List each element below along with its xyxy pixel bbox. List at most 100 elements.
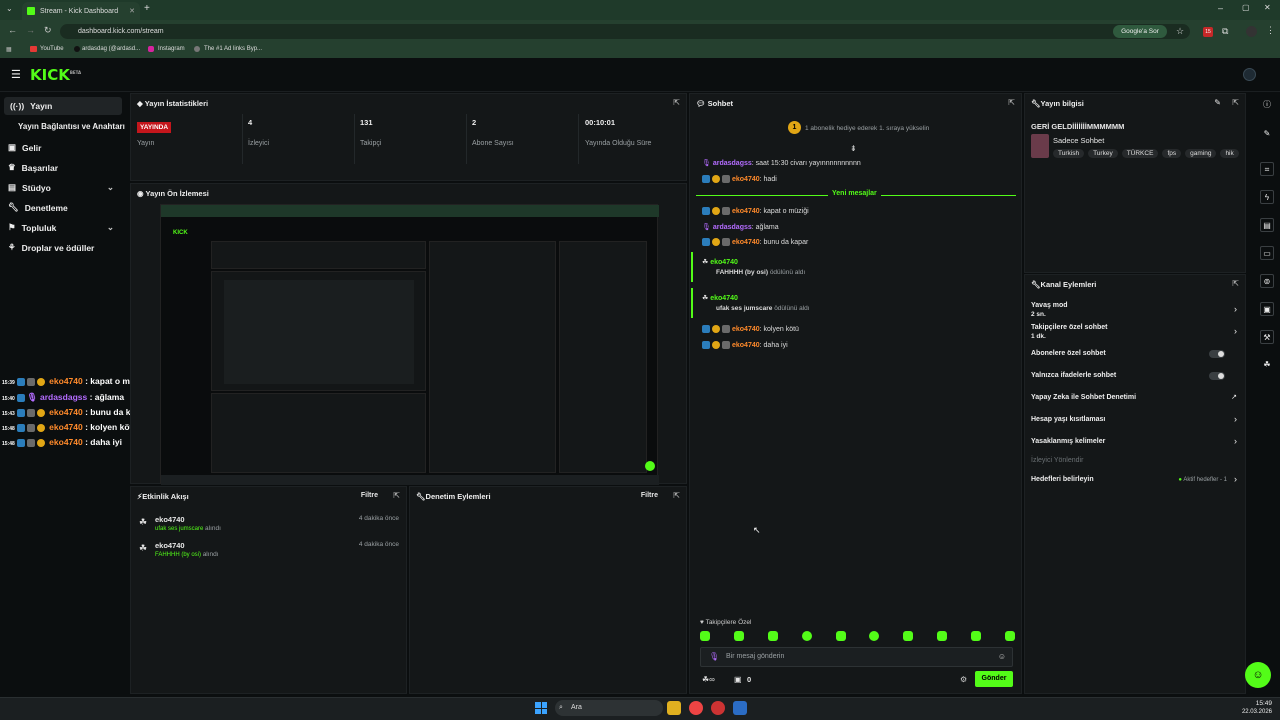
collapse-icon[interactable]: ⇟	[850, 144, 857, 153]
close-window-icon[interactable]: ✕	[1264, 3, 1271, 12]
emote-icon[interactable]	[869, 631, 880, 641]
popout-icon[interactable]: ⇱	[1232, 279, 1239, 288]
chat-user[interactable]: eko4740	[732, 208, 760, 215]
followers-chat-label[interactable]: Takipçilere özel sohbet	[1031, 324, 1108, 331]
sidebar-item-studyo[interactable]: ▤ Stüdyo ⌄	[8, 182, 124, 193]
user-avatar[interactable]	[1243, 68, 1256, 81]
tag[interactable]: fps	[1162, 149, 1182, 158]
file-explorer-icon[interactable]	[667, 701, 681, 715]
subs-chat-toggle[interactable]	[1209, 350, 1225, 358]
emote-icon[interactable]	[733, 631, 744, 641]
chrome-icon[interactable]	[689, 701, 703, 715]
chevron-right-icon[interactable]: ›	[1234, 436, 1237, 446]
edit-icon[interactable]: ✎	[1214, 98, 1221, 107]
shield-icon[interactable]: ▣	[1260, 302, 1274, 316]
profile-avatar[interactable]	[1246, 26, 1257, 37]
emote-icon[interactable]	[700, 631, 710, 641]
tag[interactable]: gaming	[1185, 149, 1217, 158]
popout-icon[interactable]: ⇱	[393, 491, 400, 500]
emote-icon[interactable]	[767, 631, 778, 641]
sidebar-item-stream-key[interactable]: Yayın Bağlantısı ve Anahtarı	[18, 122, 125, 131]
popout-icon[interactable]: ⇱	[1008, 98, 1015, 107]
emote-icon[interactable]	[903, 631, 914, 641]
sidebar-item-droplar[interactable]: ⚘ Droplar ve ödüller	[8, 242, 94, 253]
chat-user[interactable]: eko4740	[732, 239, 760, 246]
chevron-right-icon[interactable]: ›	[1234, 326, 1237, 336]
clock-time[interactable]: 15:49	[1236, 700, 1272, 707]
google-ask-button[interactable]: Google'a Sor	[1113, 25, 1167, 38]
sidebar-item-topluluk[interactable]: ⚑ Topluluk ⌄	[8, 222, 124, 233]
category-thumbnail[interactable]	[1031, 134, 1049, 158]
bookmark-instagram[interactable]: Instagram	[158, 46, 185, 52]
help-chat-icon[interactable]: ☺	[1245, 662, 1271, 688]
chat-user[interactable]: eko4740	[732, 326, 760, 333]
reward-user[interactable]: eko4740	[710, 259, 738, 266]
emote-only-toggle[interactable]	[1209, 372, 1225, 380]
chat-user[interactable]: eko4740	[732, 176, 760, 183]
popout-icon[interactable]: ⇱	[673, 98, 680, 107]
bookmark-star-icon[interactable]: ☆	[1176, 26, 1184, 37]
new-tab-icon[interactable]: +	[144, 3, 150, 14]
chevron-right-icon[interactable]: ›	[1234, 414, 1237, 424]
reload-icon[interactable]: ↻	[44, 25, 52, 36]
layout-icon[interactable]: ⌗	[1260, 162, 1274, 176]
sidebar-item-gelir[interactable]: ▣ Gelir	[8, 142, 41, 153]
forward-icon[interactable]: →	[26, 25, 35, 35]
ai-moderation-label[interactable]: Yapay Zeka ile Sohbet Denetimi	[1031, 394, 1136, 401]
channel-points-icon[interactable]: ☘∞	[702, 675, 715, 684]
chevron-right-icon[interactable]: ›	[1234, 304, 1237, 314]
emoji-icon[interactable]: ☺	[998, 652, 1006, 661]
emote-icon[interactable]	[801, 631, 812, 641]
external-link-icon[interactable]: ↗	[1231, 393, 1237, 401]
tag[interactable]: TÜRKCE	[1121, 149, 1159, 158]
tag[interactable]: Turkey	[1088, 149, 1118, 158]
taskbar-search[interactable]: ⌕ Ara	[555, 700, 663, 716]
url-input[interactable]: dashboard.kick.com/stream	[60, 24, 1190, 39]
moderation-filter-button[interactable]: Filtre	[641, 492, 658, 499]
maximize-icon[interactable]: ▢	[1242, 3, 1250, 12]
popout-icon[interactable]: ⇱	[673, 491, 680, 500]
close-tab-icon[interactable]: ✕	[129, 7, 135, 15]
sidebar-item-denetleme[interactable]: 🔧︎ Denetleme	[8, 202, 68, 213]
tag[interactable]: Turkish	[1053, 149, 1085, 158]
edit-icon[interactable]: ✎	[1260, 127, 1274, 141]
emote-icon[interactable]	[971, 631, 981, 641]
chat-user[interactable]: ardasdagss	[713, 224, 752, 231]
bolt-icon[interactable]: ϟ	[1260, 190, 1274, 204]
document-icon[interactable]: ▤	[1260, 218, 1274, 232]
bookmark-youtube[interactable]: YouTube	[40, 46, 64, 52]
wrench-icon[interactable]: ⚒	[1260, 330, 1274, 344]
broadcast-icon[interactable]: ⊚	[1260, 274, 1274, 288]
age-restriction-label[interactable]: Hesap yaşı kısıtlaması	[1031, 416, 1105, 423]
chat-user[interactable]: eko4740	[732, 342, 760, 349]
chevron-right-icon[interactable]: ›	[1234, 474, 1237, 484]
emote-icon[interactable]	[937, 631, 948, 641]
set-goals-label[interactable]: Hedefleri belirleyin	[1031, 476, 1094, 483]
send-button[interactable]: Gönder	[975, 671, 1013, 687]
popout-icon[interactable]: ⇱	[1232, 98, 1239, 107]
chat-input[interactable]: 🎙︎ Bir mesaj gönderin ☺	[700, 647, 1013, 667]
emote-icon[interactable]	[1004, 631, 1015, 641]
chat-settings-icon[interactable]: ⚙	[960, 675, 967, 684]
windows-start-icon[interactable]	[535, 702, 547, 714]
bookmark-ardasdag[interactable]: ardasdag (@ardasd...	[82, 46, 140, 52]
browser-tab[interactable]: Stream - Kick Dashboard ✕	[22, 2, 140, 20]
activity-filter-button[interactable]: Filtre	[361, 492, 378, 499]
gift-icon[interactable]: ▣	[734, 675, 742, 684]
tab-list-icon[interactable]: ⌄	[6, 4, 13, 13]
points-icon[interactable]: ☘	[1260, 358, 1274, 372]
reward-user[interactable]: eko4740	[710, 295, 738, 302]
clock-date[interactable]: 22.03.2026	[1236, 709, 1272, 715]
sidebar-item-yayin[interactable]: ((·)) Yayın	[4, 97, 122, 115]
minimize-icon[interactable]: –	[1218, 3, 1223, 13]
bookmark-adlinks[interactable]: The #1 Ad links Byp...	[204, 46, 262, 52]
app-icon[interactable]	[733, 701, 747, 715]
stream-category[interactable]: Sadece Sohbet	[1053, 136, 1104, 145]
banned-words-label[interactable]: Yasaklanmış kelimeler	[1031, 438, 1105, 445]
apps-grid-icon[interactable]: ▦	[6, 46, 12, 53]
browser-menu-icon[interactable]: ⋮	[1266, 25, 1275, 36]
hamburger-menu-icon[interactable]: ☰	[11, 68, 21, 81]
info-icon[interactable]: ⓘ	[1260, 98, 1274, 112]
slow-mode-label[interactable]: Yavaş mod	[1031, 302, 1068, 309]
extension-badge[interactable]: 15	[1203, 27, 1213, 37]
